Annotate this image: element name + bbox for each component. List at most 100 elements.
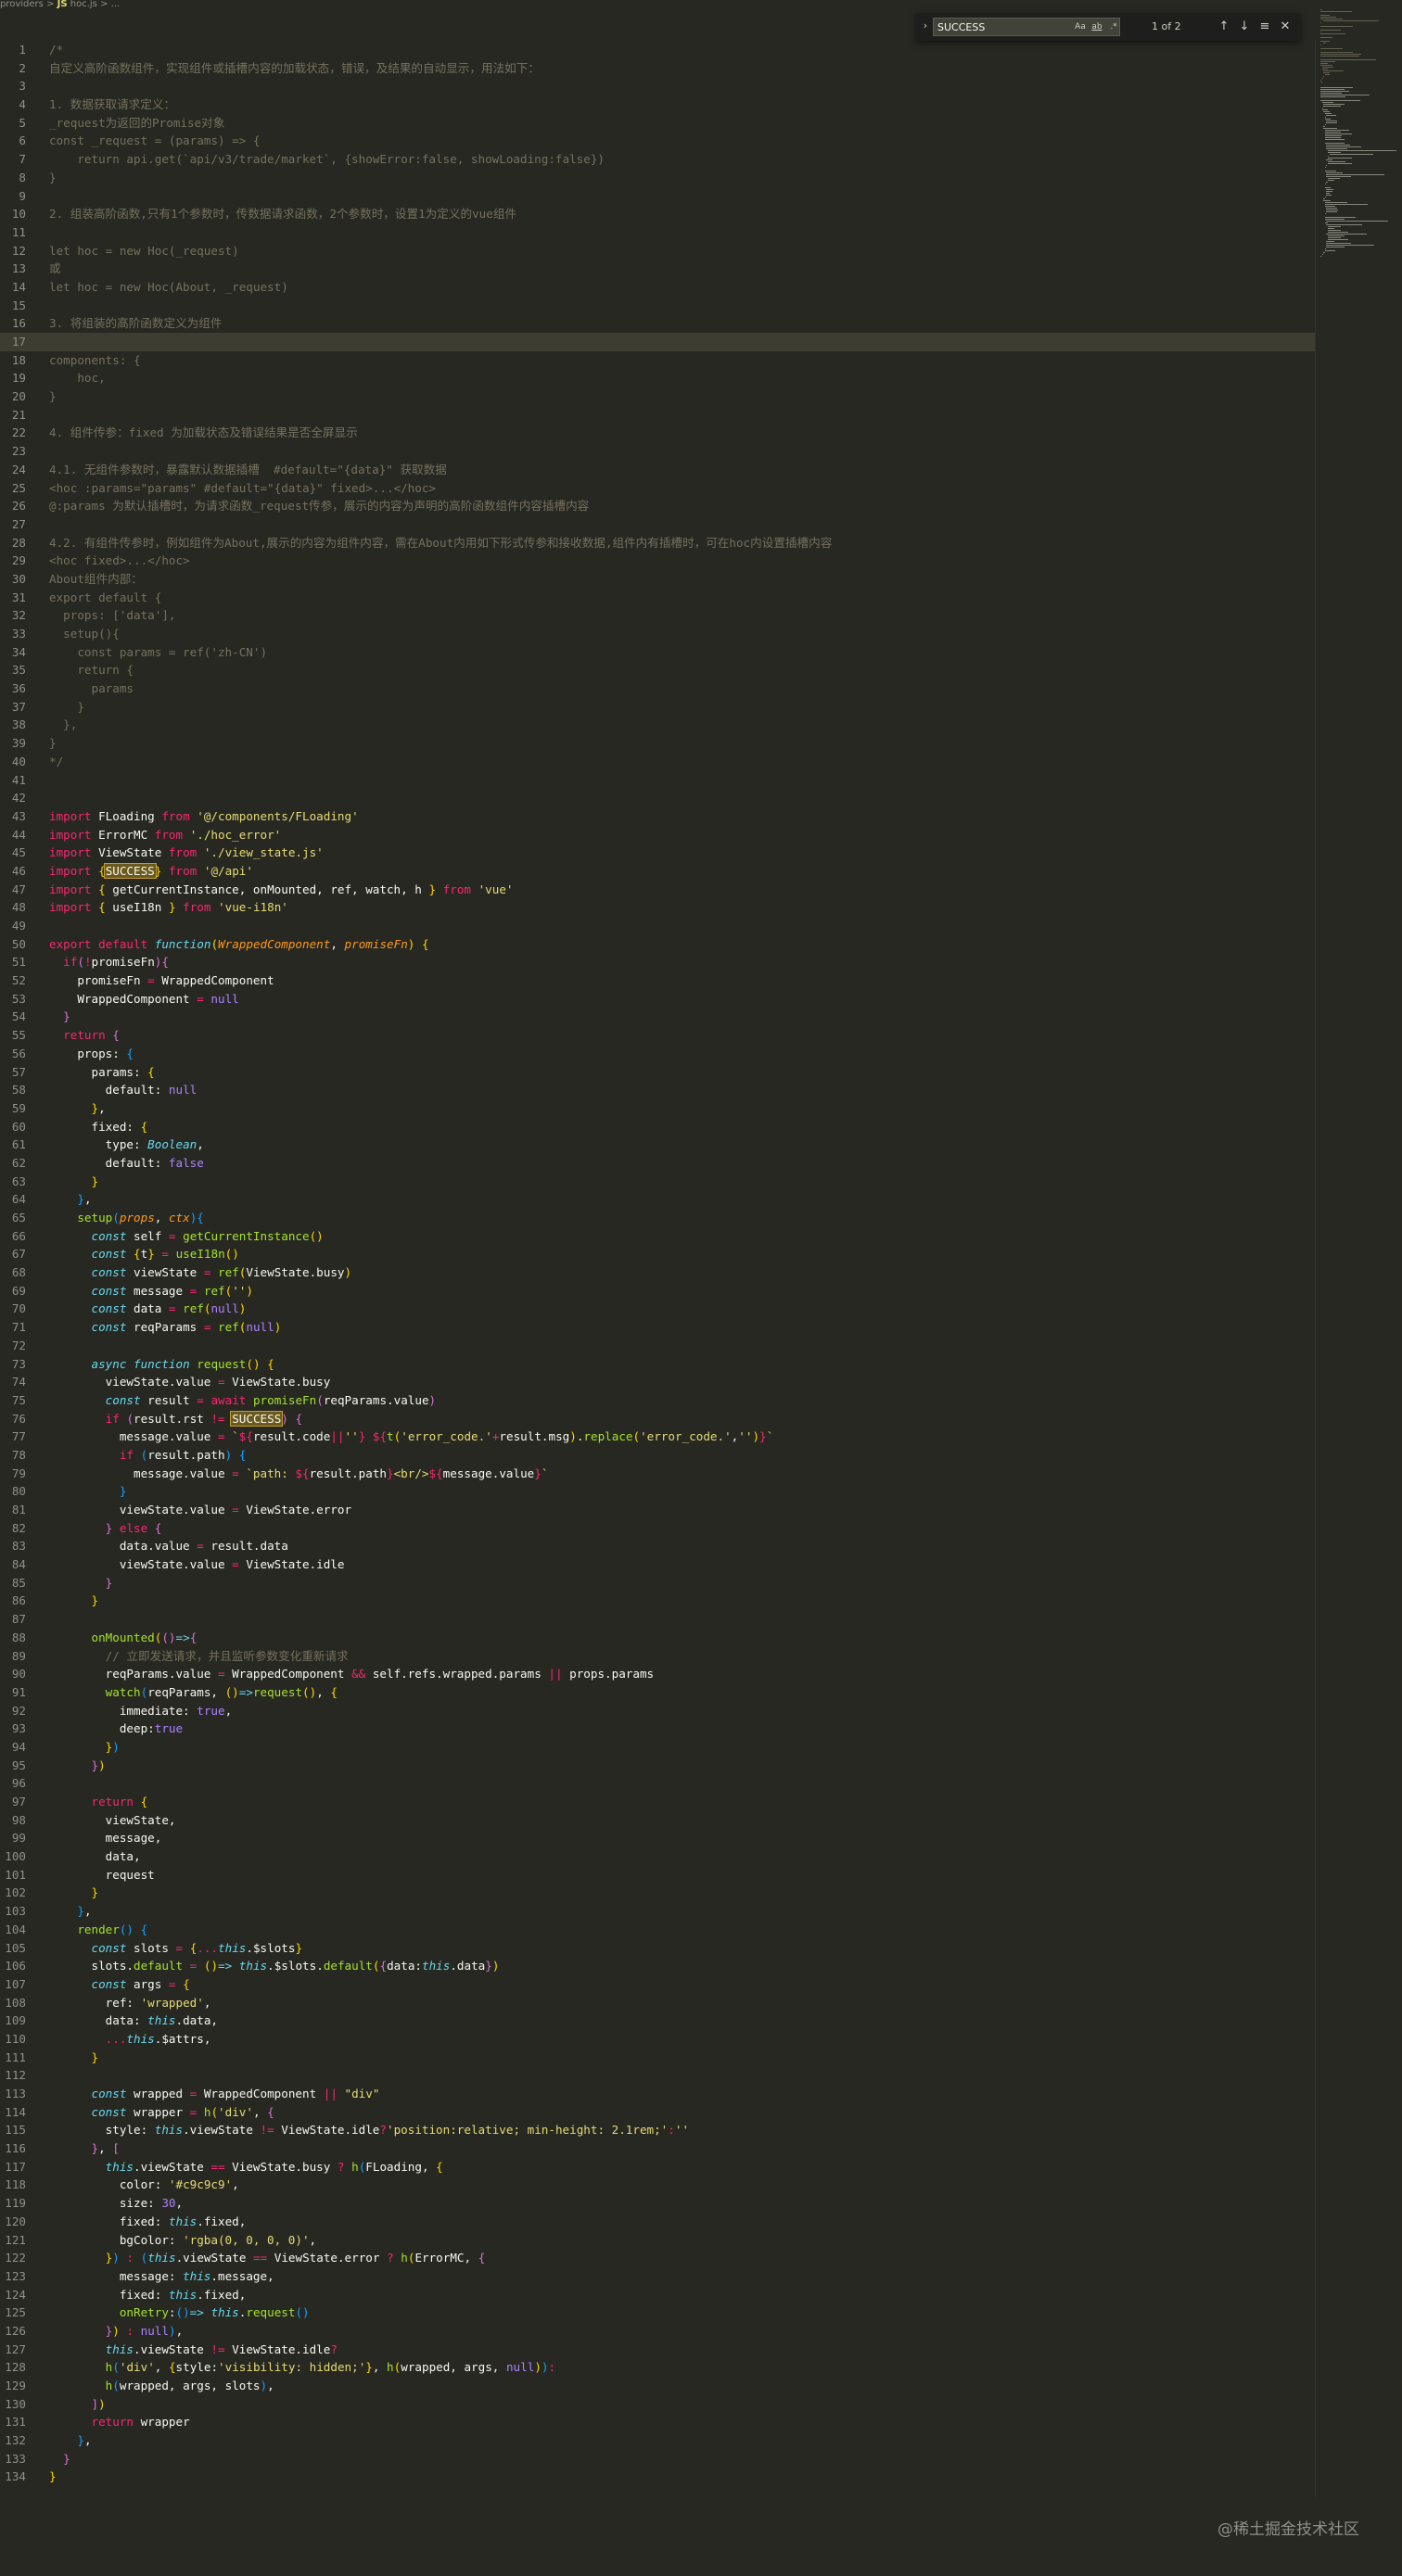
code-line[interactable]: 60 fixed: {	[0, 1118, 1315, 1136]
code-line[interactable]: 94 })	[0, 1738, 1315, 1757]
code-line[interactable]: 54 }	[0, 1008, 1315, 1026]
code-line[interactable]: 76 if (result.rst != SUCCESS) {	[0, 1410, 1315, 1428]
code-line[interactable]: 36 params	[0, 679, 1315, 698]
code-line[interactable]: 132 },	[0, 2431, 1315, 2450]
whole-word-icon[interactable]: ab	[1090, 20, 1104, 33]
code-line[interactable]: 3	[0, 77, 1315, 95]
code-line[interactable]: 27	[0, 515, 1315, 534]
code-line[interactable]: 18 components: {	[0, 351, 1315, 370]
code-line[interactable]: 117 this.viewState == ViewState.busy ? h…	[0, 2158, 1315, 2176]
code-line[interactable]: 4 1. 数据获取请求定义：	[0, 95, 1315, 114]
breadcrumb-file[interactable]: hoc.js	[70, 0, 97, 9]
code-line[interactable]: 17	[0, 333, 1315, 351]
code-line[interactable]: 133 }	[0, 2450, 1315, 2468]
code-line[interactable]: 127 this.viewState != ViewState.idle?	[0, 2341, 1315, 2359]
code-line[interactable]: 84 viewState.value = ViewState.idle	[0, 1555, 1315, 1574]
breadcrumb-folder[interactable]: providers	[0, 0, 44, 9]
code-line[interactable]: 39}	[0, 734, 1315, 753]
code-line[interactable]: 98 viewState,	[0, 1811, 1315, 1830]
code-line[interactable]: 23	[0, 442, 1315, 461]
code-line[interactable]: 38 },	[0, 716, 1315, 734]
code-line[interactable]: 20}	[0, 387, 1315, 406]
code-line[interactable]: 103 },	[0, 1902, 1315, 1921]
code-line[interactable]: 46 import {SUCCESS} from '@/api'	[0, 862, 1315, 881]
code-line[interactable]: 47 import { getCurrentInstance, onMounted…	[0, 881, 1315, 899]
code-line[interactable]: 71 const reqParams = ref(null)	[0, 1318, 1315, 1337]
code-line[interactable]: 77 message.value = `${result.code||''} $…	[0, 1428, 1315, 1446]
code-line[interactable]: 30 About组件内部：	[0, 570, 1315, 589]
code-line[interactable]: 95 })	[0, 1757, 1315, 1775]
code-line[interactable]: 91 watch(reqParams, ()=>request(), {	[0, 1683, 1315, 1702]
code-line[interactable]: 52 promiseFn = WrappedComponent	[0, 971, 1315, 990]
code-line[interactable]: 121 bgColor: 'rgba(0, 0, 0, 0)',	[0, 2231, 1315, 2250]
code-line[interactable]: 70 const data = ref(null)	[0, 1300, 1315, 1318]
close-icon[interactable]: ✕	[1277, 19, 1294, 35]
code-line[interactable]: 122 }) : (this.viewState == ViewState.er…	[0, 2249, 1315, 2267]
code-line[interactable]: 128 h('div', {style:'visibility: hidden;…	[0, 2358, 1315, 2377]
code-line[interactable]: 10 2. 组装高阶函数,只有1个参数时，传数据请求函数，2个参数时，设置1为定义…	[0, 205, 1315, 223]
code-line[interactable]: 102 }	[0, 1884, 1315, 1902]
code-line[interactable]: 96	[0, 1774, 1315, 1793]
code-editor[interactable]: 1 /* 2 自定义高阶函数组件，实现组件或插槽内容的加载状态，错误，及结果的自动显示…	[0, 41, 1315, 2486]
code-line[interactable]: 59 },	[0, 1099, 1315, 1118]
code-line[interactable]: 33 setup(){	[0, 625, 1315, 643]
code-line[interactable]: 80 }	[0, 1482, 1315, 1501]
code-line[interactable]: 62 default: false	[0, 1154, 1315, 1173]
code-line[interactable]: 13 或	[0, 260, 1315, 278]
code-line[interactable]: 129 h(wrapped, args, slots),	[0, 2377, 1315, 2395]
code-line[interactable]: 26 @:params 为默认插槽时，为请求函数_request传参，展示的内容为…	[0, 497, 1315, 515]
code-line[interactable]: 113 const wrapped = WrappedComponent || …	[0, 2085, 1315, 2103]
code-line[interactable]: 48 import { useI18n } from 'vue-i18n'	[0, 898, 1315, 917]
code-line[interactable]: 24 4.1. 无组件参数时，暴露默认数据插槽 #default="{data}"…	[0, 461, 1315, 479]
code-line[interactable]: 37 }	[0, 698, 1315, 717]
code-line[interactable]: 1 /*	[0, 41, 1315, 59]
code-line[interactable]: 106 slots.default = ()=> this.$slots.def…	[0, 1957, 1315, 1975]
code-line[interactable]: 85 }	[0, 1574, 1315, 1593]
code-line[interactable]: 104 render() {	[0, 1921, 1315, 1939]
code-line[interactable]: 42	[0, 789, 1315, 807]
code-line[interactable]: 109 data: this.data,	[0, 2011, 1315, 2030]
regex-icon[interactable]: .*	[1106, 20, 1121, 33]
code-line[interactable]: 73 async function request() {	[0, 1355, 1315, 1374]
code-line[interactable]: 107 const args = {	[0, 1975, 1315, 1994]
code-line[interactable]: 116 }, [	[0, 2139, 1315, 2158]
code-line[interactable]: 53 WrappedComponent = null	[0, 990, 1315, 1009]
code-line[interactable]: 63 }	[0, 1173, 1315, 1191]
code-line[interactable]: 79 message.value = `path: ${result.path}…	[0, 1465, 1315, 1483]
code-line[interactable]: 82 } else {	[0, 1519, 1315, 1538]
code-line[interactable]: 125 onRetry:()=> this.request()	[0, 2303, 1315, 2322]
chevron-right-icon[interactable]: ›	[920, 19, 931, 34]
code-line[interactable]: 111 }	[0, 2049, 1315, 2067]
code-line[interactable]: 131 return wrapper	[0, 2413, 1315, 2431]
code-line[interactable]: 134}	[0, 2468, 1315, 2486]
code-line[interactable]: 92 immediate: true,	[0, 1702, 1315, 1720]
code-line[interactable]: 2 自定义高阶函数组件，实现组件或插槽内容的加载状态，错误，及结果的自动显示，用法…	[0, 59, 1315, 78]
code-line[interactable]: 90 reqParams.value = WrappedComponent &&…	[0, 1665, 1315, 1683]
code-line[interactable]: 9	[0, 187, 1315, 206]
code-line[interactable]: 11	[0, 223, 1315, 242]
code-line[interactable]: 124 fixed: this.fixed,	[0, 2286, 1315, 2304]
code-line[interactable]: 31 export default {	[0, 589, 1315, 607]
find-in-selection-icon[interactable]: ≡	[1256, 19, 1273, 35]
minimap[interactable]	[1315, 9, 1402, 306]
code-line[interactable]: 93 deep:true	[0, 1719, 1315, 1738]
code-line[interactable]: 110 ...this.$attrs,	[0, 2030, 1315, 2049]
code-line[interactable]: 29 <hoc fixed>...</hoc>	[0, 552, 1315, 570]
code-line[interactable]: 25 <hoc :params="params" #default="{data}…	[0, 479, 1315, 498]
find-input[interactable]	[937, 20, 1049, 33]
code-line[interactable]: 67 const {t} = useI18n()	[0, 1245, 1315, 1263]
code-line[interactable]: 32 props: ['data'],	[0, 606, 1315, 625]
code-line[interactable]: 15	[0, 297, 1315, 315]
code-line[interactable]: 7 return api.get(`api/v3/trade/market`, …	[0, 150, 1315, 169]
code-line[interactable]: 34 const params = ref('zh-CN')	[0, 643, 1315, 662]
code-line[interactable]: 66 const self = getCurrentInstance()	[0, 1227, 1315, 1246]
code-line[interactable]: 78 if (result.path) {	[0, 1446, 1315, 1465]
code-line[interactable]: 119 size: 30,	[0, 2194, 1315, 2213]
breadcrumb-trail[interactable]: > ...	[100, 0, 120, 9]
code-line[interactable]: 40 */	[0, 753, 1315, 771]
arrow-down-icon[interactable]: ↓	[1236, 19, 1253, 35]
code-line[interactable]: 56 props: {	[0, 1045, 1315, 1063]
code-line[interactable]: 75 const result = await promiseFn(reqPar…	[0, 1391, 1315, 1410]
code-line[interactable]: 87	[0, 1610, 1315, 1629]
code-line[interactable]: 58 default: null	[0, 1081, 1315, 1099]
